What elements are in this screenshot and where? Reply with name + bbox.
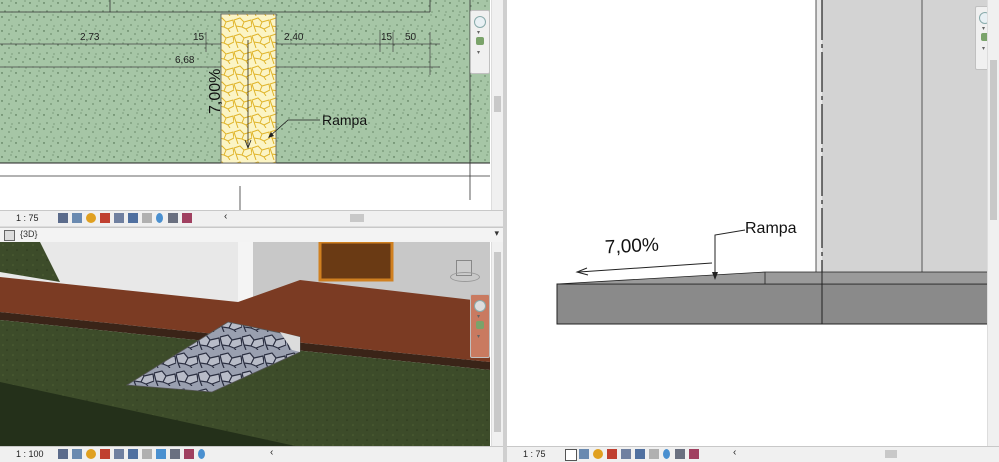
view-title: {3D} <box>20 229 38 239</box>
view-title-bar: {3D} ▾ <box>0 227 503 243</box>
section-scale-label[interactable]: 1 : 75 <box>523 449 546 459</box>
highlight-displacement-icon[interactable] <box>689 449 699 459</box>
temporary-hide-icon[interactable] <box>142 213 152 223</box>
analytical-icon[interactable] <box>168 213 178 223</box>
scroll-left-icon[interactable]: ‹ <box>270 447 278 458</box>
detail-level-icon[interactable] <box>565 449 577 461</box>
detail-level-icon[interactable] <box>58 449 68 459</box>
shadows-icon[interactable] <box>100 213 110 223</box>
navigation-wheel-icon[interactable] <box>474 16 486 28</box>
section-slab <box>556 283 999 325</box>
vertical-splitter[interactable] <box>503 0 507 462</box>
temporary-hide-icon[interactable] <box>142 449 152 459</box>
cube-icon <box>4 230 15 241</box>
plan-vertical-scrollbar[interactable] <box>491 0 503 210</box>
plan-ramp-strip <box>220 13 277 164</box>
3d-view[interactable]: ▾ ▾ 1 : 100 ‹ <box>0 242 503 462</box>
dim-label-4: 15 <box>381 32 393 43</box>
scroll-left-icon[interactable]: ‹ <box>733 447 741 458</box>
section-horizontal-scroll-thumb[interactable] <box>885 450 897 458</box>
shadows-icon[interactable] <box>607 449 617 459</box>
section-ramp <box>556 271 999 285</box>
zoom-icon[interactable] <box>476 321 484 329</box>
3d-navigation-bar[interactable]: ▾ ▾ <box>470 294 490 358</box>
3d-drawing <box>0 242 490 447</box>
section-view[interactable]: 7,00% Rampa ▾ ▾ 1 : 75 ‹ <box>507 0 999 462</box>
reveal-hidden-icon[interactable] <box>156 213 163 223</box>
sun-path-icon[interactable] <box>86 213 96 223</box>
reveal-hidden-icon[interactable] <box>156 449 166 459</box>
section-slope-label: 7,00% <box>604 234 660 259</box>
shadows-icon[interactable] <box>100 449 110 459</box>
sun-path-icon[interactable] <box>593 449 603 459</box>
crop-icon[interactable] <box>114 449 124 459</box>
3d-view-control-bar: 1 : 100 ‹ <box>0 446 503 462</box>
show-crop-icon[interactable] <box>128 213 138 223</box>
visual-style-icon[interactable] <box>72 449 82 459</box>
section-ramp-label: Rampa <box>745 220 797 237</box>
dim-label-5: 50 <box>405 32 417 43</box>
show-crop-icon[interactable] <box>635 449 645 459</box>
zoom-icon[interactable] <box>476 37 484 45</box>
sun-path-icon[interactable] <box>86 449 96 459</box>
detail-level-icon[interactable] <box>58 213 68 223</box>
crop-icon[interactable] <box>621 449 631 459</box>
dim-label-2: 15 <box>193 32 205 43</box>
plan-horizontal-scroll-thumb[interactable] <box>350 214 364 222</box>
analytical-icon[interactable] <box>170 449 180 459</box>
plan-scale-label[interactable]: 1 : 75 <box>16 213 39 223</box>
plan-view[interactable]: 2,73 15 2,40 15 50 6,68 7,00% Rampa ▾ ▾ … <box>0 0 503 226</box>
highlight-displacement-icon[interactable] <box>184 449 194 459</box>
section-vertical-scrollbar[interactable] <box>987 0 999 446</box>
analytical-icon[interactable] <box>675 449 685 459</box>
section-view-control-bar: 1 : 75 ‹ <box>507 446 999 462</box>
section-wall <box>816 0 999 272</box>
plan-view-control-bar: 1 : 75 ‹ <box>0 210 503 226</box>
dim-label-3: 2,40 <box>284 32 304 43</box>
view-menu-icon[interactable]: ▾ <box>494 228 499 239</box>
plan-navigation-bar[interactable]: ▾ ▾ <box>470 10 490 74</box>
view-cube-icon[interactable] <box>450 260 480 282</box>
scroll-left-icon[interactable]: ‹ <box>224 211 232 222</box>
plan-slope-label: 7,00% <box>207 68 224 114</box>
crop-icon[interactable] <box>114 213 124 223</box>
dim-label-1: 2,73 <box>80 32 100 43</box>
highlight-displacement-icon[interactable] <box>182 213 192 223</box>
plan-drawing <box>0 0 490 210</box>
temporary-hide-icon[interactable] <box>649 449 659 459</box>
show-crop-icon[interactable] <box>128 449 138 459</box>
pan-icon[interactable] <box>198 449 205 459</box>
plan-ramp-label: Rampa <box>322 112 368 128</box>
navigation-wheel-icon[interactable] <box>474 300 486 312</box>
visual-style-icon[interactable] <box>72 213 82 223</box>
reveal-hidden-icon[interactable] <box>663 449 670 459</box>
dim-label-total: 6,68 <box>175 55 195 66</box>
3d-door <box>318 242 394 282</box>
3d-vertical-scrollbar[interactable] <box>491 242 503 447</box>
3d-scale-label[interactable]: 1 : 100 <box>16 449 44 459</box>
visual-style-icon[interactable] <box>579 449 589 459</box>
